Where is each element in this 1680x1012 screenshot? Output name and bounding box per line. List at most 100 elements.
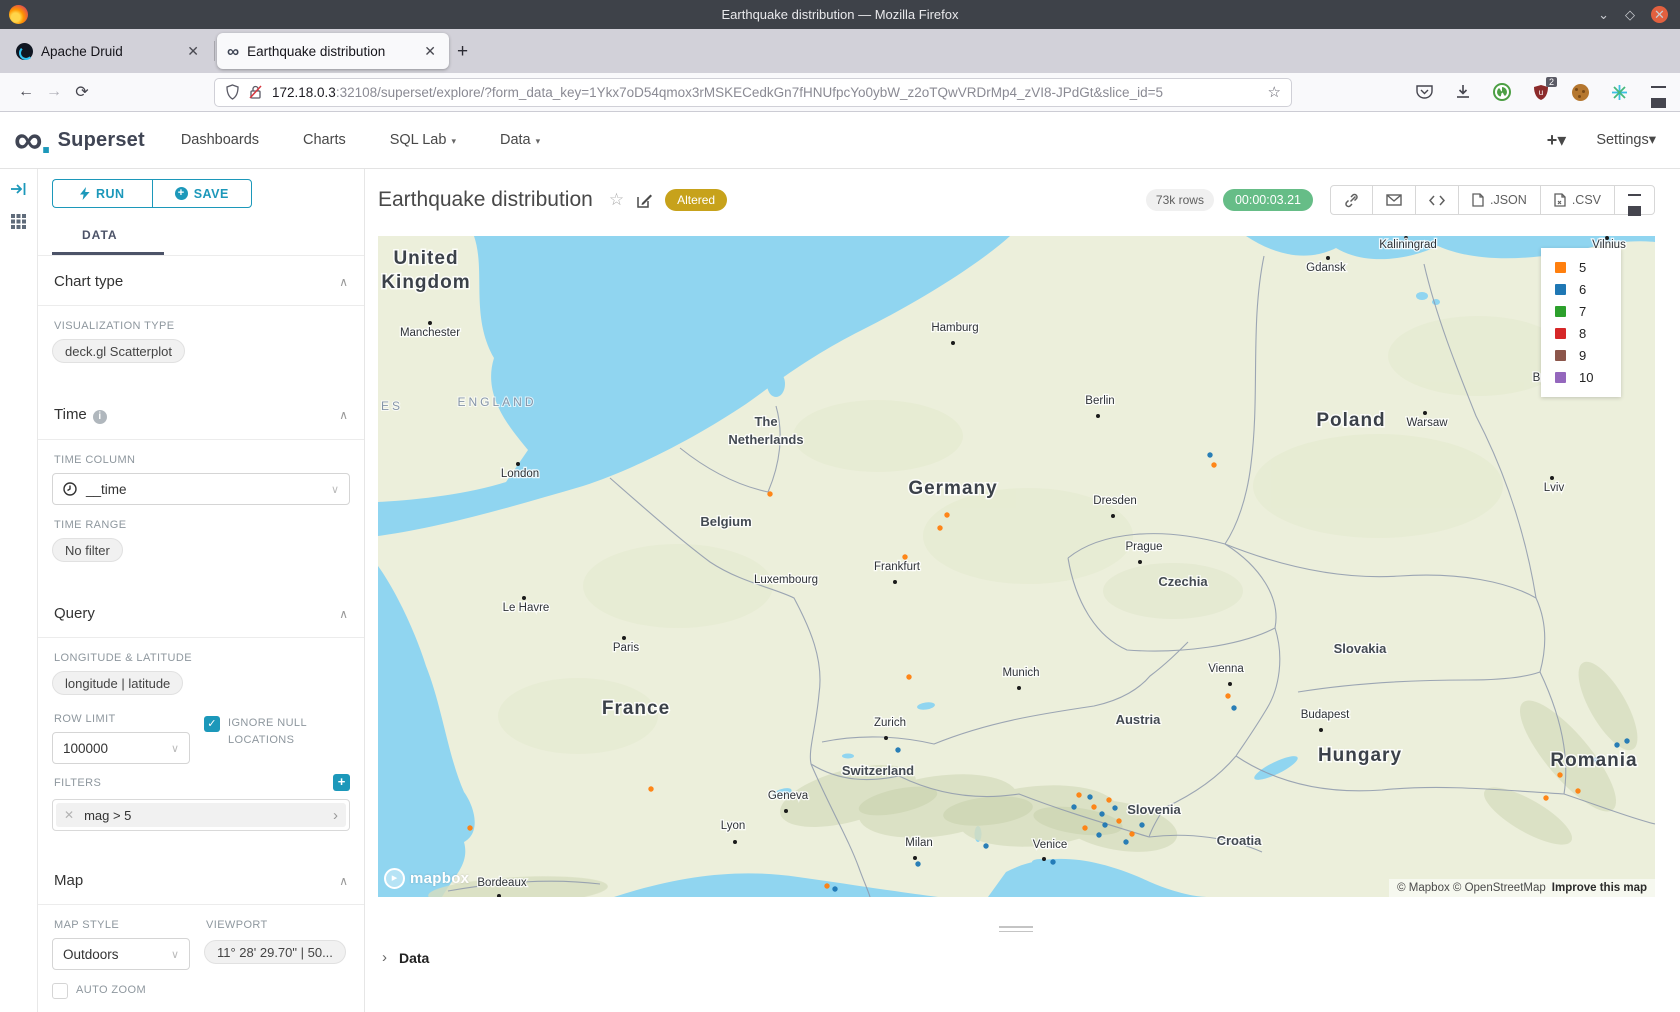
viz-type-value[interactable]: deck.gl Scatterplot [52, 339, 185, 363]
tab-earthquake-distribution[interactable]: ∞ Earthquake distribution ✕ [217, 33, 449, 69]
earthquake-point[interactable] [915, 861, 920, 866]
earthquake-point[interactable] [1231, 705, 1236, 710]
export-csv-button[interactable]: .CSV [1541, 186, 1615, 214]
bookmark-star-icon[interactable]: ☆ [1260, 83, 1281, 101]
tab-data[interactable]: DATA [82, 228, 118, 252]
data-collapse-section[interactable]: › Data [382, 949, 429, 966]
shield-icon[interactable] [225, 84, 240, 100]
menu-icon[interactable] [1648, 82, 1668, 102]
new-item-button[interactable]: +▾ [1547, 130, 1567, 151]
earthquake-point[interactable] [1139, 822, 1144, 827]
insecure-lock-icon[interactable] [248, 84, 263, 100]
ignore-null-checkbox[interactable]: ✓ [204, 716, 220, 732]
legend-item[interactable]: 7 [1555, 304, 1609, 319]
earthquake-point[interactable] [1112, 805, 1117, 810]
legend-item[interactable]: 5 [1555, 260, 1609, 275]
nav-dashboards[interactable]: Dashboards [181, 132, 259, 148]
add-filter-button[interactable]: + [333, 774, 350, 791]
section-chart-type[interactable]: Chart type∧ [52, 256, 350, 305]
earthquake-point[interactable] [648, 786, 653, 791]
earthquake-point[interactable] [944, 512, 949, 517]
earthquake-point[interactable] [1123, 839, 1128, 844]
email-button[interactable] [1373, 186, 1416, 214]
earthquake-point[interactable] [1096, 832, 1101, 837]
row-limit-select[interactable]: 100000 ∨ [52, 732, 190, 764]
section-time[interactable]: Timei ∧ [52, 389, 350, 439]
altered-badge[interactable]: Altered [665, 189, 727, 211]
reload-button[interactable]: ⟳ [68, 82, 96, 102]
earthquake-point[interactable] [895, 747, 900, 752]
earthquake-point[interactable] [1557, 772, 1562, 777]
chart-menu-button[interactable] [1615, 186, 1654, 214]
earthquake-point[interactable] [767, 491, 772, 496]
tab-apache-druid[interactable]: Apache Druid ✕ [6, 33, 212, 69]
window-maximize-button[interactable]: ◇ [1625, 7, 1635, 23]
earthquake-point[interactable] [937, 525, 942, 530]
earthquake-point[interactable] [902, 554, 907, 559]
auto-zoom-checkbox[interactable] [52, 983, 68, 999]
earthquake-point[interactable] [1624, 738, 1629, 743]
pocket-icon[interactable] [1414, 82, 1434, 102]
nav-data[interactable]: Data▾ [500, 132, 540, 148]
forward-button[interactable]: → [40, 83, 68, 101]
earthquake-point[interactable] [1575, 788, 1580, 793]
section-map[interactable]: Map∧ [52, 855, 350, 904]
filter-item[interactable]: ✕ mag > 5 › [52, 799, 350, 831]
legend-item[interactable]: 6 [1555, 282, 1609, 297]
edit-properties-icon[interactable] [636, 192, 653, 209]
remove-filter-icon[interactable]: ✕ [64, 808, 74, 822]
window-minimize-button[interactable]: ⌄ [1598, 7, 1609, 23]
copy-link-button[interactable] [1331, 186, 1373, 214]
earthquake-point[interactable] [1050, 859, 1055, 864]
earthquake-point[interactable] [1225, 693, 1230, 698]
view-query-button[interactable] [1416, 186, 1459, 214]
earthquake-point[interactable] [1543, 795, 1548, 800]
earthquake-point[interactable] [1614, 742, 1619, 747]
adblock-extension-icon[interactable]: u 2 [1531, 82, 1551, 102]
export-json-button[interactable]: .JSON [1459, 186, 1541, 214]
attribution-text[interactable]: © Mapbox © OpenStreetMap [1397, 882, 1546, 894]
chevron-right-icon[interactable]: › [333, 807, 338, 824]
earthquake-point[interactable] [1106, 797, 1111, 802]
datasource-grid-icon[interactable] [10, 213, 27, 230]
settings-menu[interactable]: Settings▾ [1596, 132, 1656, 148]
run-button[interactable]: RUN [52, 179, 152, 208]
window-close-button[interactable]: ✕ [1651, 6, 1668, 23]
url-bar[interactable]: 172.18.0.3:32108/superset/explore/?form_… [214, 78, 1292, 107]
earthquake-point[interactable] [1076, 792, 1081, 797]
earthquake-point[interactable] [1211, 462, 1216, 467]
improve-map-link[interactable]: Improve this map [1552, 882, 1647, 894]
downloads-icon[interactable] [1453, 82, 1473, 102]
tab-close-icon[interactable]: ✕ [184, 43, 202, 60]
expand-panel-icon[interactable] [10, 181, 28, 197]
legend-item[interactable]: 8 [1555, 326, 1609, 341]
new-tab-button[interactable]: + [457, 41, 468, 63]
map-style-select[interactable]: Outdoors ∨ [52, 938, 190, 970]
earthquake-point[interactable] [1129, 831, 1134, 836]
earthquake-point[interactable] [1099, 811, 1104, 816]
legend-item[interactable]: 10 [1555, 370, 1609, 385]
earthquake-point[interactable] [1207, 452, 1212, 457]
earthquake-point[interactable] [467, 825, 472, 830]
viewport-value[interactable]: 11° 28' 29.70" | 50... [204, 940, 346, 964]
earthquake-point[interactable] [824, 883, 829, 888]
earthquake-point[interactable] [832, 886, 837, 891]
snowflake-extension-icon[interactable] [1609, 82, 1629, 102]
cookie-extension-icon[interactable] [1570, 82, 1590, 102]
earthquake-point[interactable] [1082, 825, 1087, 830]
favorite-star-icon[interactable]: ☆ [609, 190, 624, 210]
earthquake-point[interactable] [906, 674, 911, 679]
time-column-select[interactable]: __time ∨ [52, 473, 350, 505]
earthquake-point[interactable] [983, 843, 988, 848]
lonlat-value[interactable]: longitude | latitude [52, 671, 183, 695]
panel-resize-handle[interactable] [999, 926, 1033, 935]
mapbox-logo[interactable]: ▸ mapbox [384, 868, 469, 889]
superset-logo[interactable]: ∞. Superset [14, 125, 145, 155]
section-query[interactable]: Query∧ [52, 588, 350, 637]
privacy-extension-icon[interactable] [1492, 82, 1512, 102]
back-button[interactable]: ← [12, 83, 40, 101]
legend-item[interactable]: 9 [1555, 348, 1609, 363]
nav-charts[interactable]: Charts [303, 132, 346, 148]
tab-close-icon[interactable]: ✕ [421, 43, 439, 60]
earthquake-point[interactable] [1087, 794, 1092, 799]
